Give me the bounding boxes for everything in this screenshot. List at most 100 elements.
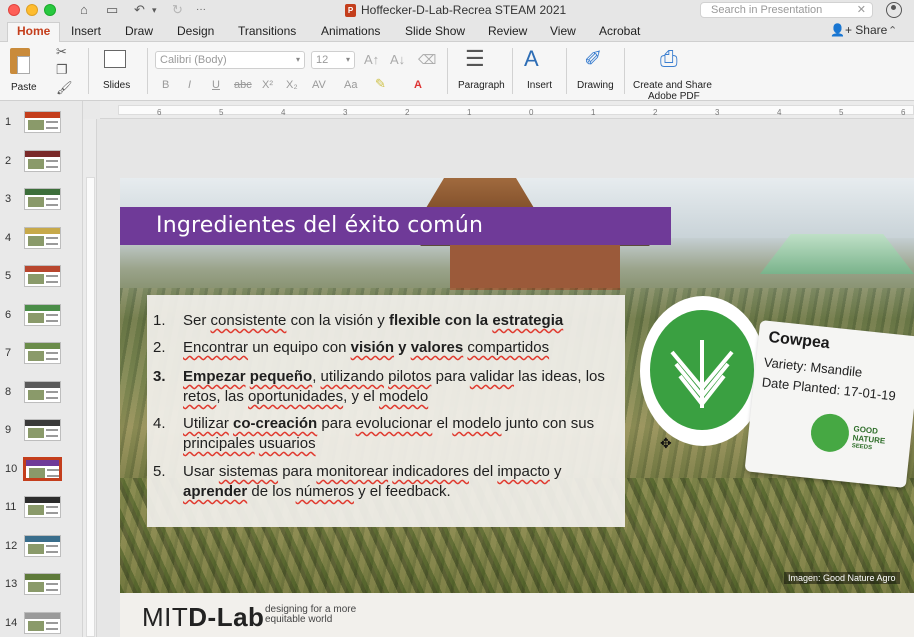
- slide-preview: [24, 303, 61, 326]
- tab-transitions[interactable]: Transitions: [238, 23, 296, 42]
- sign-date-planted: Date Planted: 17-01-19: [761, 374, 897, 404]
- undo-dropdown-icon[interactable]: ▾: [152, 2, 157, 18]
- slide-thumbnail-9[interactable]: 9: [0, 417, 83, 447]
- paragraph-button[interactable]: ☰ Paragraph: [455, 46, 507, 94]
- slide-thumbnail-11[interactable]: 11: [0, 494, 83, 524]
- slide-thumbnail-3[interactable]: 3: [0, 186, 83, 216]
- ruler-number: 2: [405, 108, 410, 117]
- minimize-window-button[interactable]: [26, 4, 38, 16]
- slide-preview: [24, 342, 61, 364]
- bold-button[interactable]: B: [162, 79, 169, 91]
- slide-thumbnail-1[interactable]: 1: [0, 109, 83, 139]
- share-button[interactable]: 👤+ Share: [830, 23, 887, 37]
- slide-number: 8: [5, 385, 12, 398]
- more-commands-icon[interactable]: ···: [196, 2, 206, 18]
- preview-band: [25, 574, 60, 580]
- preview-image: [28, 235, 44, 246]
- drawing-button[interactable]: ✐ Drawing: [574, 46, 620, 94]
- format-painter-icon[interactable]: 🖌: [56, 80, 73, 96]
- underline-button[interactable]: U: [212, 79, 220, 91]
- ribbon-separator: [624, 48, 625, 94]
- list-text: Ser consistente con la visión y flexible…: [183, 312, 564, 329]
- strikethrough-button[interactable]: abc: [234, 79, 252, 91]
- clear-formatting-icon[interactable]: ⌫: [418, 52, 436, 68]
- slides-button[interactable]: Slides: [100, 48, 136, 94]
- tab-home[interactable]: Home: [7, 22, 61, 43]
- slide-preview: [24, 149, 61, 172]
- preview-image: [28, 158, 44, 169]
- search-clear-icon[interactable]: ✕: [857, 3, 866, 17]
- slide-number: 7: [5, 347, 12, 359]
- slide-number: 9: [5, 424, 12, 436]
- superscript-button[interactable]: X²: [262, 79, 273, 91]
- ruler-number: 6: [901, 108, 906, 117]
- highlight-icon[interactable]: ✎: [375, 76, 386, 92]
- preview-image: [28, 351, 44, 361]
- preview-band: [25, 497, 60, 503]
- slide-number: 2: [5, 154, 12, 167]
- mit-dlab-logo: MITD-Lab: [142, 602, 264, 633]
- slide-footer: MITD-Lab designing for a more equitable …: [120, 593, 914, 637]
- redo-icon[interactable]: ↻: [172, 2, 183, 18]
- slide-thumbnail-7[interactable]: 7: [0, 340, 83, 370]
- chevron-down-icon: ▾: [295, 55, 300, 64]
- preview-band: [25, 343, 60, 349]
- copy-icon[interactable]: ❐: [56, 62, 68, 78]
- account-icon[interactable]: [886, 2, 902, 18]
- slide-thumbnail-10[interactable]: 10: [0, 456, 83, 486]
- font-name-select[interactable]: Calibri (Body) ▾: [155, 51, 305, 69]
- tab-acrobat[interactable]: Acrobat: [599, 23, 640, 42]
- title-banner[interactable]: Ingredientes del éxito común: [120, 207, 671, 245]
- slide-thumbnail-12[interactable]: 12: [0, 533, 83, 563]
- font-size-select[interactable]: 12 ▾: [311, 51, 355, 69]
- increase-font-icon[interactable]: A↑: [364, 52, 379, 68]
- ribbon: Paste ✂ ❐ 🖌 Slides Calibri (Body) ▾ 12 ▾…: [0, 42, 914, 102]
- logo-tagline: designing for a more equitable world: [265, 605, 356, 625]
- tab-slide-show[interactable]: Slide Show: [405, 23, 465, 42]
- font-color-button[interactable]: A: [414, 79, 422, 91]
- collapse-ribbon-icon[interactable]: ⌃: [888, 23, 897, 39]
- content-text-box[interactable]: 1. Ser consistente con la visión y flexi…: [147, 295, 625, 527]
- tab-view[interactable]: View: [550, 23, 576, 42]
- preview-band: [25, 189, 60, 195]
- slide-thumbnail-2[interactable]: 2: [0, 148, 83, 178]
- slide-thumbnail-13[interactable]: 13: [0, 571, 83, 601]
- tab-review[interactable]: Review: [488, 23, 527, 42]
- subscript-button[interactable]: X₂: [286, 79, 298, 91]
- create-share-pdf-button[interactable]: ⎙ Create and Share Adobe PDF: [630, 46, 714, 102]
- tab-design[interactable]: Design: [177, 23, 214, 42]
- slide-thumbnail-4[interactable]: 4: [0, 225, 83, 255]
- home-icon[interactable]: ⌂: [80, 2, 88, 18]
- preview-image: [28, 120, 44, 130]
- preview-band: [25, 227, 60, 234]
- horizontal-ruler: 6 5 4 3 2 1 0 1 2 3 4 5 6: [100, 101, 914, 119]
- preview-text: [46, 621, 58, 630]
- paste-button[interactable]: Paste: [8, 46, 42, 96]
- slide-thumbnail-14[interactable]: 14: [0, 610, 83, 637]
- slide[interactable]: Ingredientes del éxito común 1. Ser cons…: [120, 178, 914, 637]
- slide-number: 6: [5, 308, 12, 321]
- tab-animations[interactable]: Animations: [321, 23, 380, 42]
- preview-band: [25, 150, 60, 157]
- change-case-button[interactable]: Aa: [344, 79, 357, 91]
- cut-icon[interactable]: ✂: [56, 44, 67, 60]
- insert-button[interactable]: A Insert: [518, 46, 562, 94]
- preview-image: [28, 620, 44, 631]
- tab-insert[interactable]: Insert: [71, 23, 101, 42]
- slide-thumbnails-pane: 1 2 3 4 5 6 7 8 9 10 11 12 13 14: [0, 101, 83, 637]
- zoom-window-button[interactable]: [44, 4, 56, 16]
- undo-icon[interactable]: ↶: [134, 2, 145, 18]
- search-input[interactable]: Search in Presentation ✕: [700, 2, 873, 18]
- save-icon[interactable]: ▭: [106, 2, 118, 18]
- decrease-font-icon[interactable]: A↓: [390, 52, 405, 68]
- slide-thumbnail-6[interactable]: 6: [0, 302, 83, 332]
- close-window-button[interactable]: [8, 4, 20, 16]
- list-text: Encontrar un equipo con visión y valores…: [183, 339, 550, 356]
- slide-thumbnail-5[interactable]: 5: [0, 263, 83, 293]
- ruler-number: 4: [777, 108, 782, 117]
- italic-button[interactable]: I: [188, 79, 191, 91]
- tab-draw[interactable]: Draw: [125, 23, 153, 42]
- slide-thumbnail-8[interactable]: 8: [0, 379, 83, 409]
- list-number: 4.: [153, 415, 166, 432]
- character-spacing-button[interactable]: AV: [312, 79, 326, 91]
